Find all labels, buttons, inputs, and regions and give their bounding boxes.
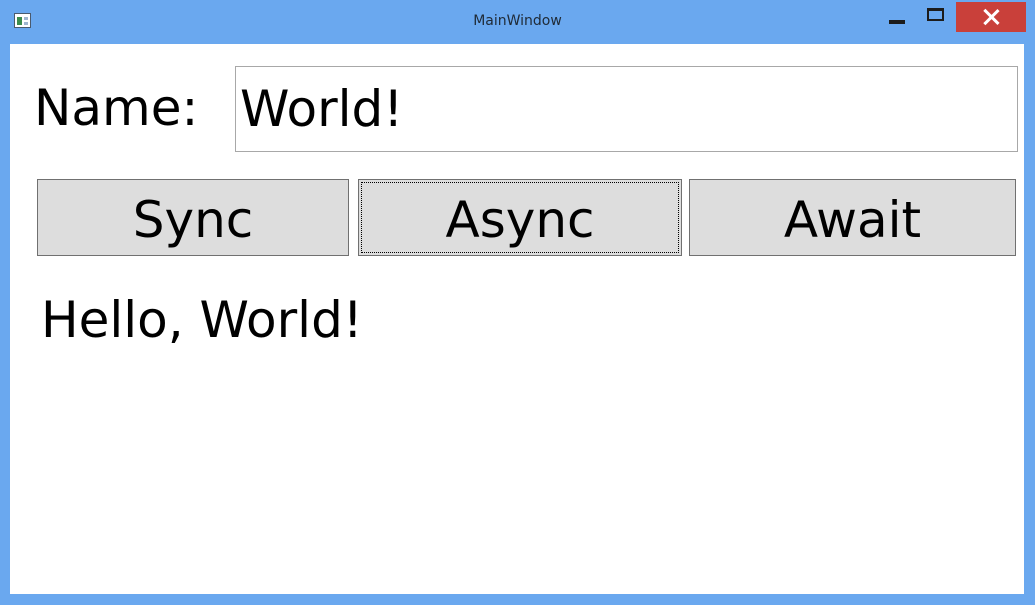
await-button-label: Await <box>783 190 922 249</box>
minimize-button[interactable] <box>880 2 914 32</box>
title-bar[interactable]: MainWindow <box>0 0 1035 44</box>
maximize-button[interactable] <box>918 2 952 32</box>
maximize-icon <box>926 7 944 21</box>
sync-button-label: Sync <box>132 190 254 249</box>
sync-button[interactable]: Sync <box>37 179 349 256</box>
name-input[interactable] <box>235 66 1018 152</box>
result-message: Hello, World! <box>41 291 363 349</box>
await-button[interactable]: Await <box>689 179 1016 256</box>
async-button[interactable]: Async <box>358 179 682 256</box>
window-content: Name: Sync Async Await Hello, World! <box>10 44 1024 594</box>
name-label: Name: <box>34 79 199 137</box>
minimize-icon <box>889 20 905 24</box>
async-button-label: Async <box>445 190 595 249</box>
main-window: MainWindow Name: Sync Async Await Hello,… <box>0 0 1035 605</box>
close-icon <box>983 9 999 25</box>
close-button[interactable] <box>956 2 1026 32</box>
